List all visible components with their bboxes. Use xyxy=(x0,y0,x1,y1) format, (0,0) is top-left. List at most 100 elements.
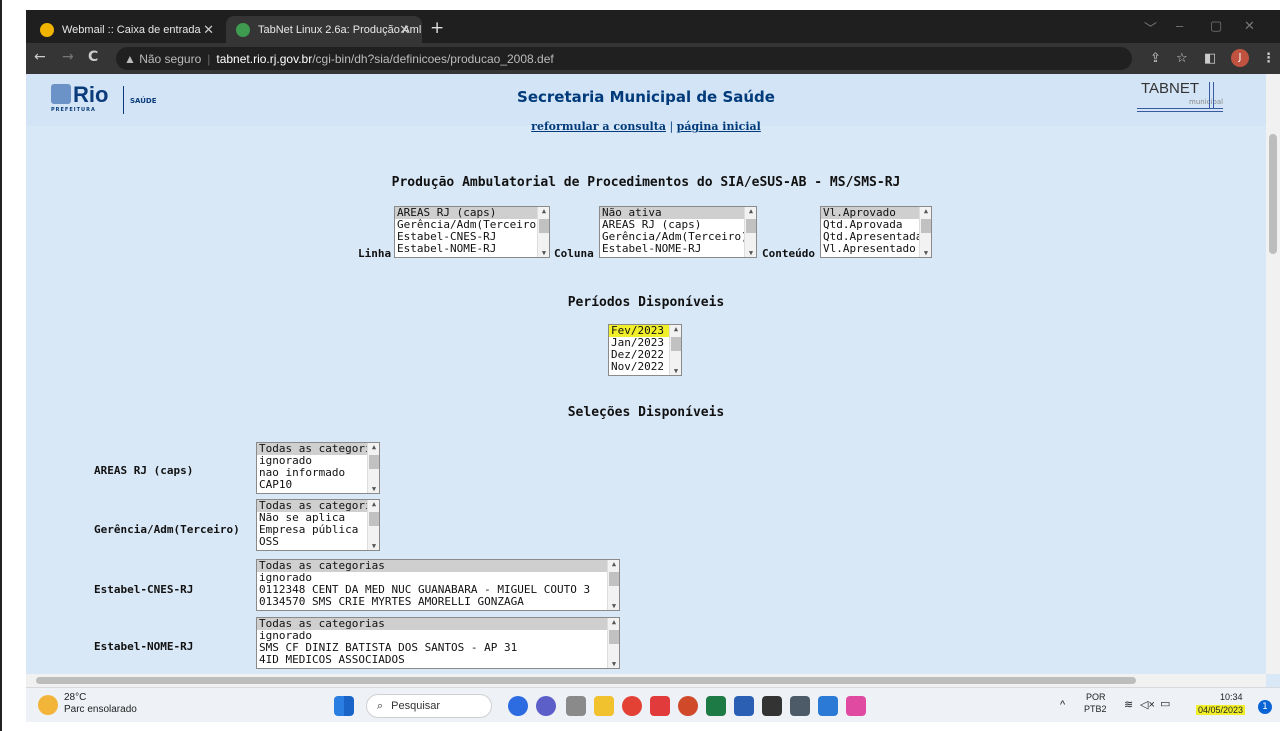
gerencia-label: Gerência/Adm(Terceiro) xyxy=(94,523,240,536)
forward-button[interactable]: → xyxy=(62,49,74,65)
page-content: Rio PREFEITURA SAÚDE Secretaria Municipa… xyxy=(26,74,1266,674)
header-links: reformular a consulta | página inicial xyxy=(26,120,1266,133)
listbox-scrollbar[interactable]: ▲ ▼ xyxy=(669,325,681,375)
tab-tabnet[interactable]: TabNet Linux 2.6a: Produção Aml ✕ xyxy=(226,16,422,43)
weather-temp: 28°C xyxy=(64,692,87,703)
notification-badge[interactable]: 1 xyxy=(1258,700,1272,714)
reload-button[interactable]: C xyxy=(88,49,98,65)
estabel-cnes-select[interactable]: Todas as categorias ignorado 0112348 CEN… xyxy=(256,559,620,611)
browser-window: Webmail :: Caixa de entrada ✕ TabNet Lin… xyxy=(26,10,1280,722)
estabel-nome-select[interactable]: Todas as categorias ignorado SMS CF DINI… xyxy=(256,617,620,669)
new-tab-button[interactable]: + xyxy=(430,18,444,38)
chat-icon[interactable] xyxy=(536,696,556,716)
gerencia-select[interactable]: Todas as categorias Não se aplica Empres… xyxy=(256,499,380,551)
conteudo-label: Conteúdo xyxy=(762,247,815,260)
pagina-inicial-link[interactable]: página inicial xyxy=(677,120,761,133)
page-title: Secretaria Municipal de Saúde xyxy=(517,88,775,106)
word-icon[interactable] xyxy=(734,696,754,716)
scroll-thumb[interactable] xyxy=(36,677,1136,684)
left-border xyxy=(0,0,2,731)
clock-date[interactable]: 04/05/2023 xyxy=(1196,705,1246,715)
periodos-heading: Períodos Disponíveis xyxy=(567,295,725,310)
list-option[interactable]: OSS xyxy=(257,536,379,548)
printer-app-icon[interactable] xyxy=(566,696,586,716)
volume-muted-icon[interactable]: ◁× xyxy=(1140,698,1155,711)
scroll-thumb[interactable] xyxy=(1269,134,1277,254)
windows-taskbar: 28°C Parc ensolarado ⌕ Pesquisar ^ POR P… xyxy=(26,687,1280,722)
wifi-icon[interactable]: ≋ xyxy=(1124,698,1133,711)
battery-icon[interactable]: ▭ xyxy=(1160,697,1170,710)
reformular-link[interactable]: reformular a consulta xyxy=(531,120,666,133)
back-button[interactable]: ← xyxy=(34,49,46,65)
windows-start-icon[interactable] xyxy=(334,696,354,716)
list-option[interactable]: Estabel-NOME-RJ xyxy=(600,243,756,255)
link-separator: | xyxy=(665,120,677,133)
site-header: Rio PREFEITURA SAÚDE Secretaria Municipa… xyxy=(26,74,1266,126)
taskbar-search[interactable]: ⌕ Pesquisar xyxy=(366,694,492,718)
file-explorer-icon[interactable] xyxy=(594,696,614,716)
coluna-label: Coluna xyxy=(554,247,594,260)
linha-label: Linha xyxy=(358,247,392,260)
tray-overflow-icon[interactable]: ^ xyxy=(1060,699,1065,711)
profile-avatar[interactable]: J xyxy=(1231,49,1249,67)
url-path: /cgi-bin/dh?sia/definicoes/producao_2008… xyxy=(312,51,554,66)
app-red-icon[interactable] xyxy=(650,696,670,716)
sticky-notes-icon[interactable] xyxy=(762,696,782,716)
tabnet-sub: municipal xyxy=(1189,98,1224,106)
search-icon: ⌕ xyxy=(377,699,384,712)
listbox-scrollbar[interactable]: ▲ ▼ xyxy=(607,618,619,668)
side-panel-icon[interactable]: ◧ xyxy=(1204,51,1216,66)
close-tab-icon[interactable]: ✕ xyxy=(399,22,410,38)
page-horizontal-scrollbar[interactable] xyxy=(26,674,1266,687)
snipping-tool-icon[interactable] xyxy=(846,696,866,716)
areas-rj-select[interactable]: Todas as categorias ignorado nao informa… xyxy=(256,442,380,494)
listbox-scrollbar[interactable]: ▲ ▼ xyxy=(744,207,756,257)
screenshot-frame: Webmail :: Caixa de entrada ✕ TabNet Lin… xyxy=(0,0,1283,731)
listbox-scrollbar[interactable]: ▲ ▼ xyxy=(367,500,379,550)
clock-time[interactable]: 10:34 xyxy=(1220,692,1243,702)
list-option[interactable]: CAP10 xyxy=(257,479,379,491)
selecoes-heading: Seleções Disponíveis xyxy=(567,405,725,420)
maximize-button[interactable]: ▢ xyxy=(1210,18,1222,34)
close-tab-icon[interactable]: ✕ xyxy=(203,22,214,38)
linha-select[interactable]: AREAS RJ (caps) Gerência/Adm(Terceiro) E… xyxy=(394,206,550,258)
tab-search-icon[interactable]: ﹀ xyxy=(1144,18,1157,37)
estabel-nome-label: Estabel-NOME-RJ xyxy=(94,640,194,653)
minimize-button[interactable]: – xyxy=(1176,18,1183,33)
tab-webmail[interactable]: Webmail :: Caixa de entrada ✕ xyxy=(30,16,226,43)
weather-sun-icon xyxy=(38,695,58,715)
weather-condition: Parc ensolarado xyxy=(64,704,137,715)
chrome-icon[interactable] xyxy=(622,696,642,716)
address-bar[interactable]: ▲ Não seguro | tabnet.rio.rj.gov.br /cgi… xyxy=(116,47,1132,70)
periodos-select[interactable]: Fev/2023 Jan/2023 Dez/2022 Nov/2022 ▲ ▼ xyxy=(608,324,682,376)
calculator-icon[interactable] xyxy=(790,696,810,716)
bookmark-star-icon[interactable]: ☆ xyxy=(1176,51,1188,66)
listbox-scrollbar[interactable]: ▲ ▼ xyxy=(919,207,931,257)
list-option[interactable]: 0134570 SMS CRIE MYRTES AMORELLI GONZAGA xyxy=(257,596,619,608)
listbox-scrollbar[interactable]: ▲ ▼ xyxy=(537,207,549,257)
listbox-scrollbar[interactable]: ▲ ▼ xyxy=(367,443,379,493)
tab-label: Webmail :: Caixa de entrada xyxy=(62,23,201,36)
coluna-select[interactable]: Não ativa AREAS RJ (caps) Gerência/Adm(T… xyxy=(599,206,757,258)
keyboard-layout-label[interactable]: PTB2 xyxy=(1084,704,1107,714)
excel-icon[interactable] xyxy=(706,696,726,716)
menu-icon[interactable]: ⋮ xyxy=(1262,51,1275,66)
form-heading: Produção Ambulatorial de Procedimentos d… xyxy=(391,175,901,190)
close-window-button[interactable]: ✕ xyxy=(1244,18,1255,34)
powerpoint-icon[interactable] xyxy=(678,696,698,716)
url-host: tabnet.rio.rj.gov.br xyxy=(216,51,313,66)
conteudo-select[interactable]: Vl.Aprovado Qtd.Aprovada Qtd.Apresentada… xyxy=(820,206,932,258)
address-bar-row: ← → C ▲ Não seguro | tabnet.rio.rj.gov.b… xyxy=(26,43,1280,74)
page-vertical-scrollbar[interactable] xyxy=(1266,74,1280,674)
listbox-scrollbar[interactable]: ▲ ▼ xyxy=(607,560,619,610)
lang-label[interactable]: POR xyxy=(1086,692,1106,702)
bing-icon[interactable] xyxy=(508,696,528,716)
list-option[interactable]: Estabel-NOME-RJ xyxy=(395,243,549,255)
estabel-cnes-label: Estabel-CNES-RJ xyxy=(94,583,194,596)
share-icon[interactable]: ⇪ xyxy=(1150,51,1161,66)
list-option[interactable]: Vl.Apresentado xyxy=(821,243,931,255)
areas-rj-label: AREAS RJ (caps) xyxy=(94,464,194,477)
photos-icon[interactable] xyxy=(818,696,838,716)
list-option[interactable]: 4ID MEDICOS ASSOCIADOS xyxy=(257,654,619,666)
not-secure-label[interactable]: ▲ Não seguro xyxy=(124,52,201,66)
